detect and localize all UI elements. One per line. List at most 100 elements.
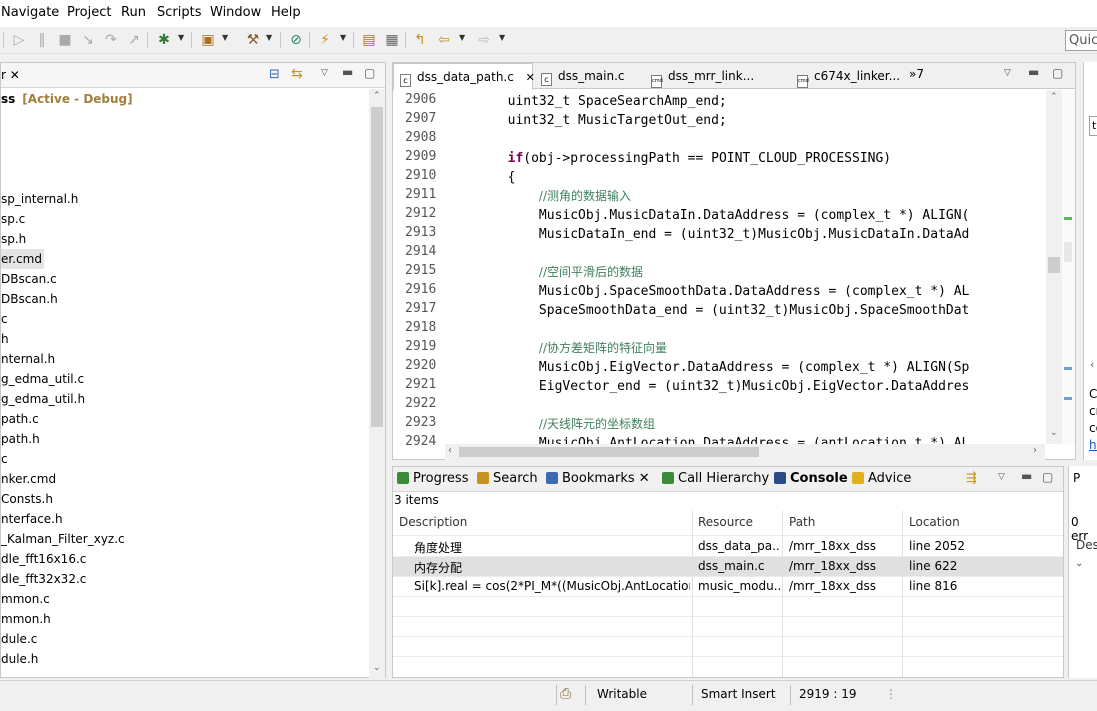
scroll-right-icon[interactable]: › [1033,445,1037,456]
quick-access-input[interactable]: Quic [1065,30,1097,51]
minimize-icon[interactable]: ▬ [1021,469,1032,483]
tab-dss-mrr-link[interactable]: cmd dss_mrr_link... [645,63,789,89]
column-location[interactable]: Location [909,515,960,529]
maximize-icon[interactable]: ▢ [1042,470,1053,484]
debug-dropdown-icon[interactable]: ▼ [178,33,184,42]
collapse-all-icon[interactable]: ⊟ [269,67,280,82]
tree-item[interactable]: c [1,309,8,329]
tree-item[interactable]: nker.cmd [1,469,56,489]
code-line[interactable]: EigVector_end = (uint32_t)MusicObj.EigVe… [445,377,969,396]
resume-icon[interactable]: ▷ [10,31,28,49]
scroll-thumb[interactable] [1048,257,1060,273]
debug-icon[interactable]: ✱ [155,31,173,49]
code-line[interactable]: MusicDataIn_end = (uint32_t)MusicObj.Mus… [445,225,969,244]
table-row[interactable]: 角度处理 dss_data_pa... /mrr_18xx_dss line 2052 [393,536,1063,556]
tree-item[interactable]: Consts.h [1,489,53,509]
filter-input[interactable]: ty [1089,116,1097,136]
view-menu-icon[interactable]: ▽ [321,68,328,78]
editor-vertical-scrollbar[interactable]: ⌃ ⌄ [1046,90,1062,444]
code-line[interactable]: SpaceSmoothData_end = (uint32_t)MusicObj… [445,301,969,320]
tree-item[interactable]: g_edma_util.c [1,369,84,389]
project-tree-scrollbar[interactable]: ⌃ ⌄ [369,89,385,679]
code-line[interactable]: if(obj->processingPath == POINT_CLOUD_PR… [445,149,892,168]
tree-item[interactable]: DBscan.c [1,269,57,289]
status-icon[interactable]: ⎙ [560,686,571,702]
minimize-icon[interactable]: ▬ [1028,65,1039,79]
overview-ruler[interactable] [1062,90,1075,444]
editor-horizontal-scrollbar[interactable]: ‹ › [445,444,1045,460]
code-line[interactable]: //空间平滑后的数据 [445,263,643,282]
view-menu-icon[interactable]: ▽ [998,472,1005,482]
build-dropdown-icon[interactable]: ▼ [222,33,228,42]
tree-item[interactable]: _Kalman_Filter_xyz.c [1,529,125,549]
forward-dropdown-icon[interactable]: ▼ [499,33,505,42]
build-icon[interactable]: ▣ [199,31,217,49]
occurrence-marker[interactable] [1064,367,1072,370]
tree-item[interactable]: er.cmd [1,249,44,269]
step-into-icon[interactable]: ↘ [79,31,97,49]
suspend-icon[interactable]: ‖ [33,31,51,49]
run-dropdown-icon[interactable]: ▼ [340,33,346,42]
tree-item[interactable]: sp.c [1,209,25,229]
scroll-up-icon[interactable]: ⌃ [373,91,381,101]
hammer-dropdown-icon[interactable]: ▼ [266,33,272,42]
code-line[interactable]: //天线阵元的坐标数组 [445,415,655,434]
problems-tab[interactable]: P [1073,471,1080,485]
tab-console[interactable]: Console [774,471,848,486]
tab-progress[interactable]: Progress [397,471,468,486]
menu-help[interactable]: Help [271,5,301,20]
scroll-thumb[interactable] [371,107,383,427]
tree-item[interactable]: sp.h [1,229,26,249]
tab-search[interactable]: Search [477,471,538,486]
tree-item[interactable]: path.h [1,429,40,449]
tab-advice[interactable]: Advice [852,471,911,486]
table-row[interactable]: 内存分配 dss_main.c/mrr_18xx_dss line 622 [393,556,1063,576]
tree-item[interactable]: mmon.c [1,589,50,609]
go-to-icon[interactable]: ⇶ [966,471,977,486]
tree-item[interactable]: dle_fft32x32.c [1,569,86,589]
link-editor-icon[interactable]: ⇆ [291,66,303,82]
expand-arrow-icon[interactable]: ⌄ [1075,558,1083,569]
outline-link[interactable]: ho [1089,438,1097,452]
ruler-thumb[interactable] [1064,242,1072,262]
tree-item[interactable]: mmon.h [1,609,51,629]
code-line[interactable]: MusicObj.MusicDataIn.DataAddress = (comp… [445,206,969,225]
menu-run[interactable]: Run [121,5,146,20]
tree-item[interactable]: DBscan.h [1,289,58,309]
step-return-icon[interactable]: ↗ [125,31,143,49]
tree-item[interactable]: sp_internal.h [1,189,78,209]
back-dropdown-icon[interactable]: ▼ [459,33,465,42]
code-line[interactable]: MusicObj.SpaceSmoothData.DataAddress = (… [445,282,969,301]
code-line[interactable]: MusicObj.AntLocation.DataAddress = (antL… [445,434,969,444]
back-icon[interactable]: ⇦ [435,31,453,49]
scroll-down-icon[interactable]: ⌄ [373,663,381,673]
tree-item[interactable]: dule.h [1,649,38,669]
last-edit-icon[interactable]: ↰ [411,31,429,49]
maximize-icon[interactable]: ▢ [1052,66,1063,80]
project-explorer-tab[interactable]: r ✕ [1,68,20,82]
scroll-up-icon[interactable]: ⌃ [1050,92,1058,102]
tree-item[interactable]: nterface.h [1,509,63,529]
code-line[interactable]: { [445,168,516,187]
scroll-down-icon[interactable]: ⌄ [1050,428,1058,438]
table-row[interactable]: Si[k].real = cos(2*PI_M*((MusicObj.AntLo… [393,576,1063,596]
tab-dss-data-path[interactable]: c dss_data_path.c ✕ [393,63,535,90]
tree-item[interactable]: dle_fft16x16.c [1,549,86,569]
menu-window[interactable]: Window [210,5,261,20]
menu-navigate[interactable]: Navigate [1,5,59,20]
terminate-icon[interactable]: ■ [56,31,74,49]
tab-c674x-linker[interactable]: cmd c674x_linker... [791,63,911,89]
tab-bookmarks[interactable]: Bookmarks ✕ [546,471,650,486]
tree-item[interactable]: ss [Active - Debug] [1,89,133,109]
collapse-arrow-icon[interactable]: ‹ [1090,358,1094,371]
code-line[interactable]: uint32_t MusicTargetOut_end; [445,111,727,130]
code-line[interactable]: //协方差矩阵的特征向量 [445,339,667,358]
open-task-icon[interactable]: ▤ [360,31,378,49]
search-icon[interactable]: ⊘ [287,31,305,49]
minimize-icon[interactable]: ▬ [342,65,353,79]
tree-item[interactable]: dule.c [1,629,37,649]
tree-item[interactable]: c [1,449,8,469]
occurrence-marker[interactable] [1064,397,1072,400]
step-over-icon[interactable]: ↷ [102,31,120,49]
hammer-icon[interactable]: ⚒ [244,31,262,49]
